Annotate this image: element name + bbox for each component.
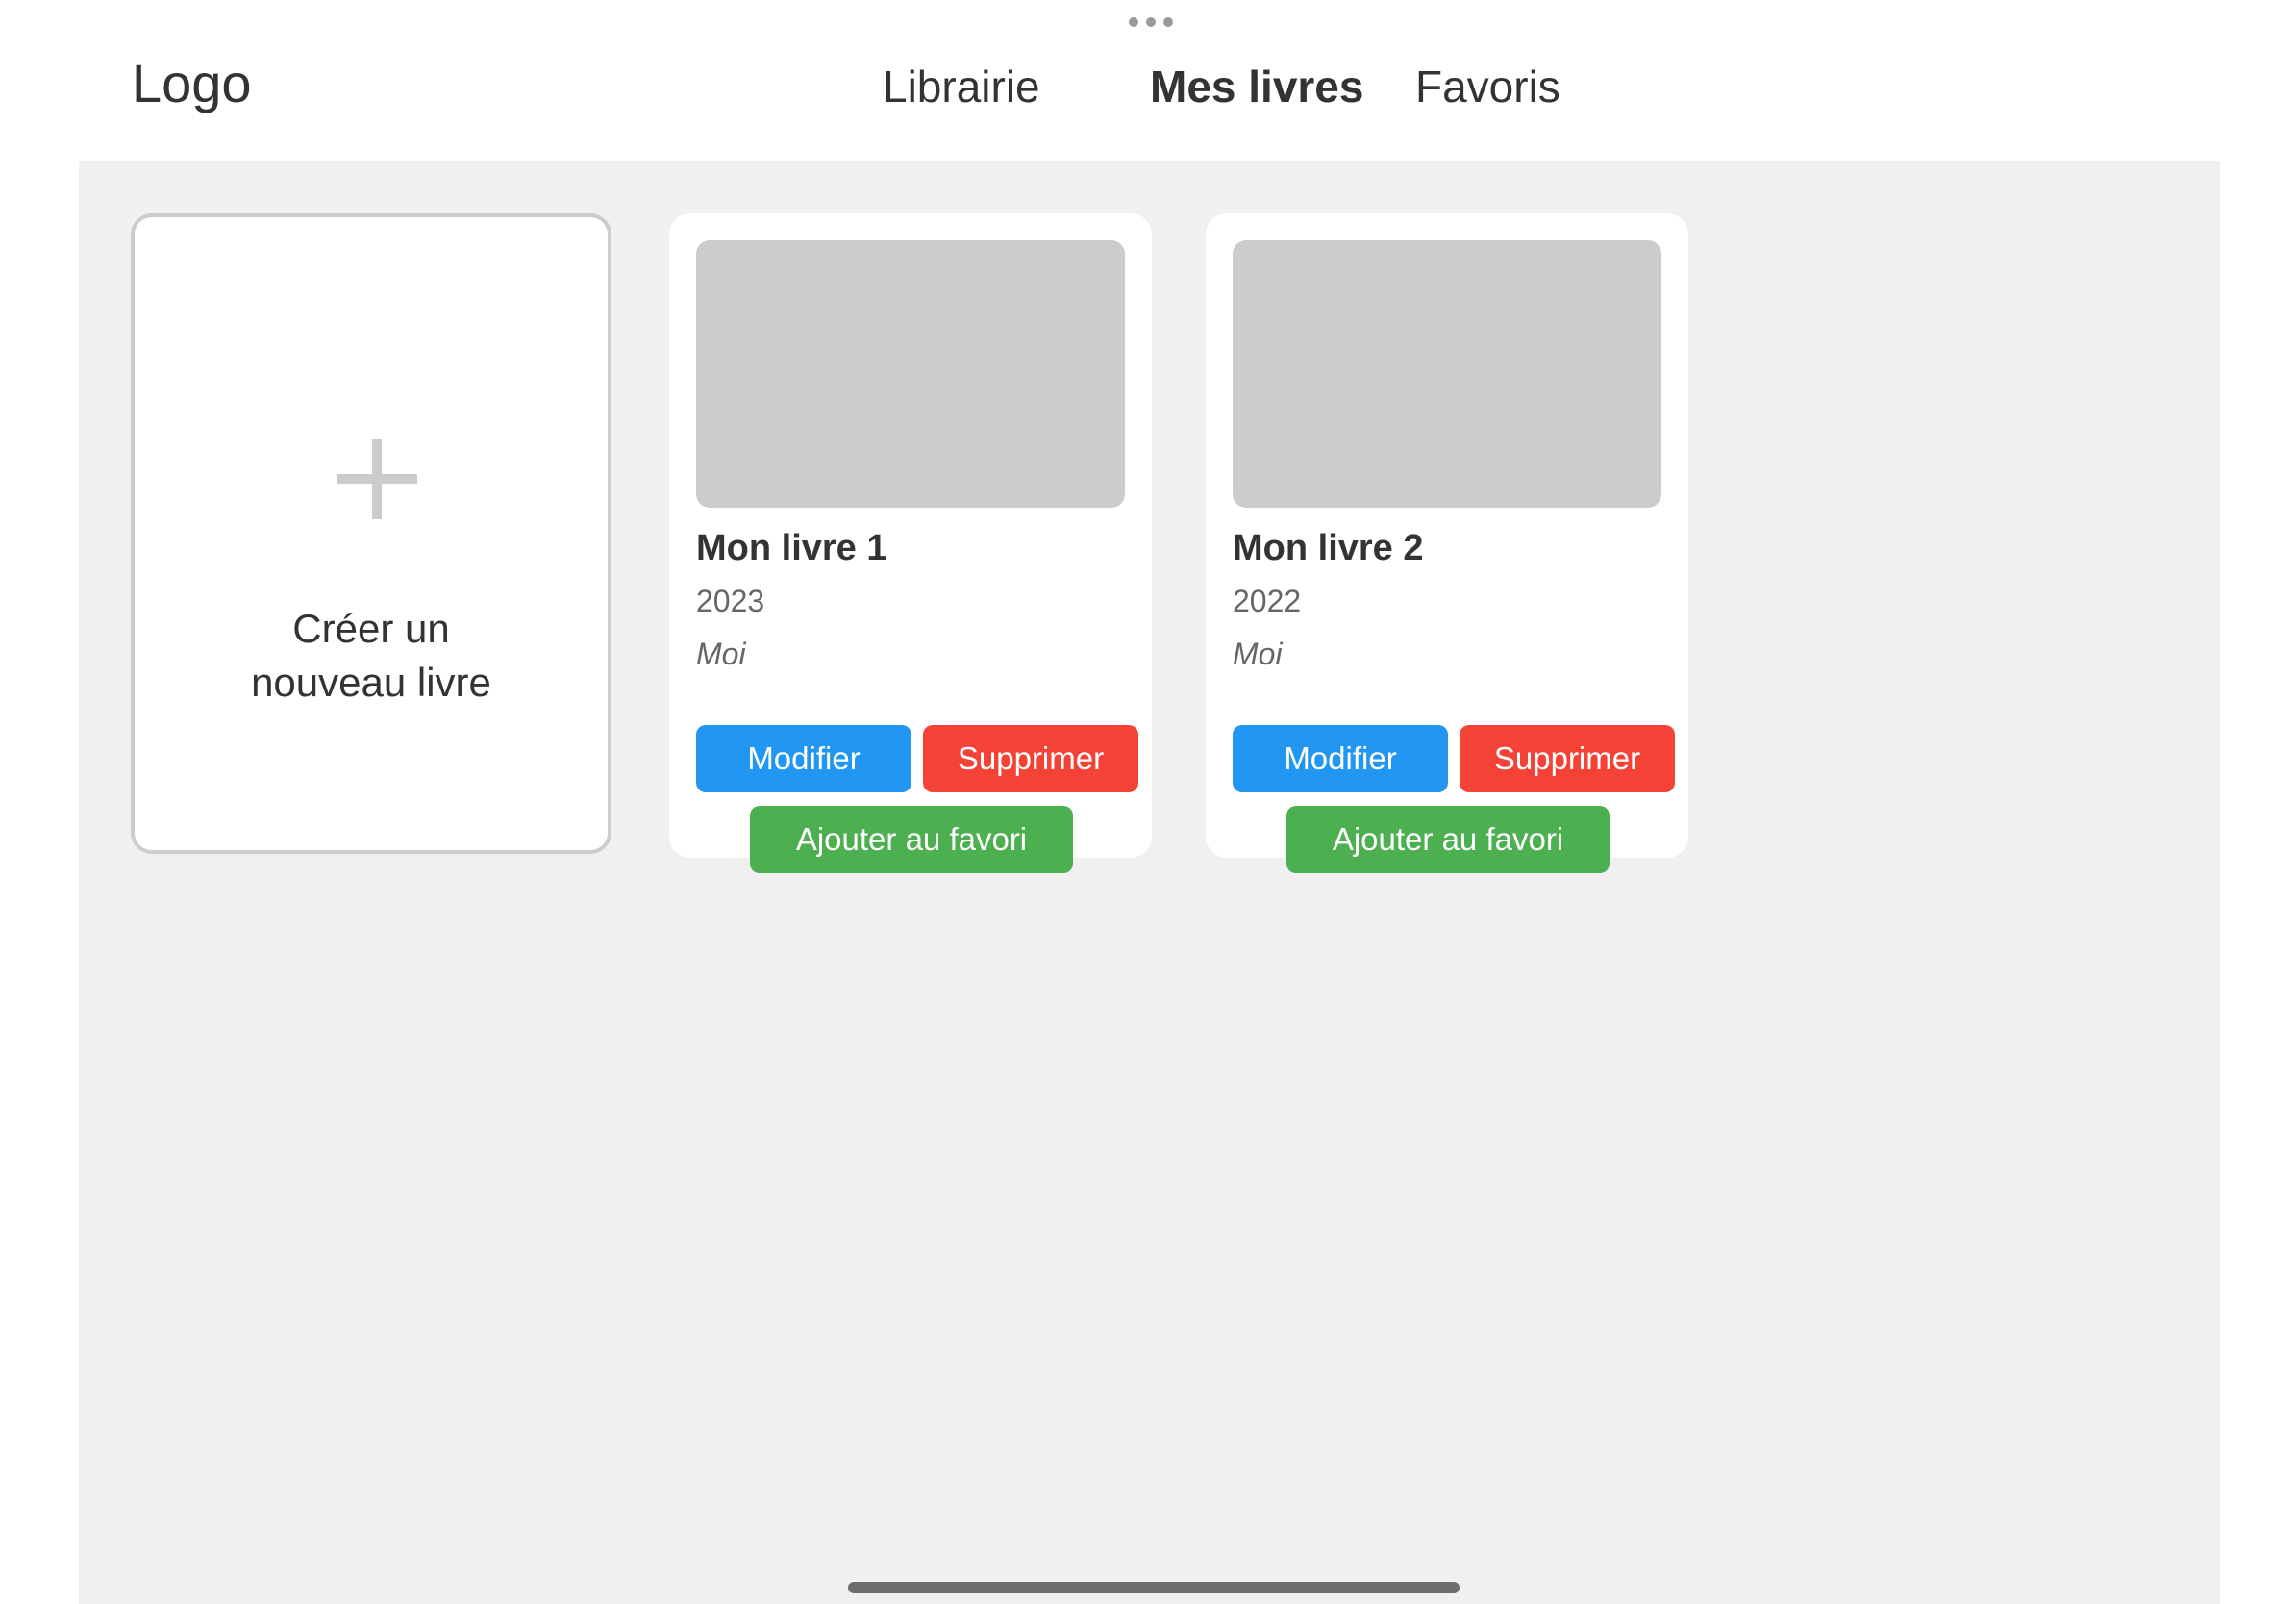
header: Logo Librairie Mes livres Favoris (0, 0, 2296, 161)
book-title: Mon livre 1 (696, 528, 887, 568)
plus-icon (337, 439, 417, 519)
logo: Logo (132, 53, 252, 113)
book-cover-placeholder (1233, 240, 1661, 508)
modify-button[interactable]: Modifier (696, 725, 911, 792)
book-title: Mon livre 2 (1233, 528, 1424, 568)
nav-item-mes-livres[interactable]: Mes livres (1150, 58, 1363, 115)
book-year: 2022 (1233, 584, 1302, 618)
create-book-card[interactable]: Créer un nouveau livre (131, 213, 611, 854)
book-card: Mon livre 1 2023 Moi Modifier Supprimer … (669, 213, 1152, 873)
delete-button[interactable]: Supprimer (1460, 725, 1675, 792)
add-favorite-button[interactable]: Ajouter au favori (750, 806, 1073, 873)
create-book-label-line1: Créer un (292, 606, 450, 651)
home-indicator[interactable] (848, 1582, 1460, 1593)
add-favorite-button[interactable]: Ajouter au favori (1286, 806, 1610, 873)
create-book-label: Créer un nouveau livre (135, 602, 608, 710)
book-card: Mon livre 2 2022 Moi Modifier Supprimer … (1206, 213, 1688, 873)
delete-button[interactable]: Supprimer (923, 725, 1138, 792)
modify-button[interactable]: Modifier (1233, 725, 1448, 792)
nav-item-librairie[interactable]: Librairie (883, 58, 1040, 115)
nav-item-favoris[interactable]: Favoris (1415, 58, 1560, 115)
book-cover-placeholder (696, 240, 1125, 508)
book-year: 2023 (696, 584, 765, 618)
create-book-label-line2: nouveau livre (251, 660, 491, 705)
book-author: Moi (1233, 637, 1283, 671)
book-author: Moi (696, 637, 746, 671)
